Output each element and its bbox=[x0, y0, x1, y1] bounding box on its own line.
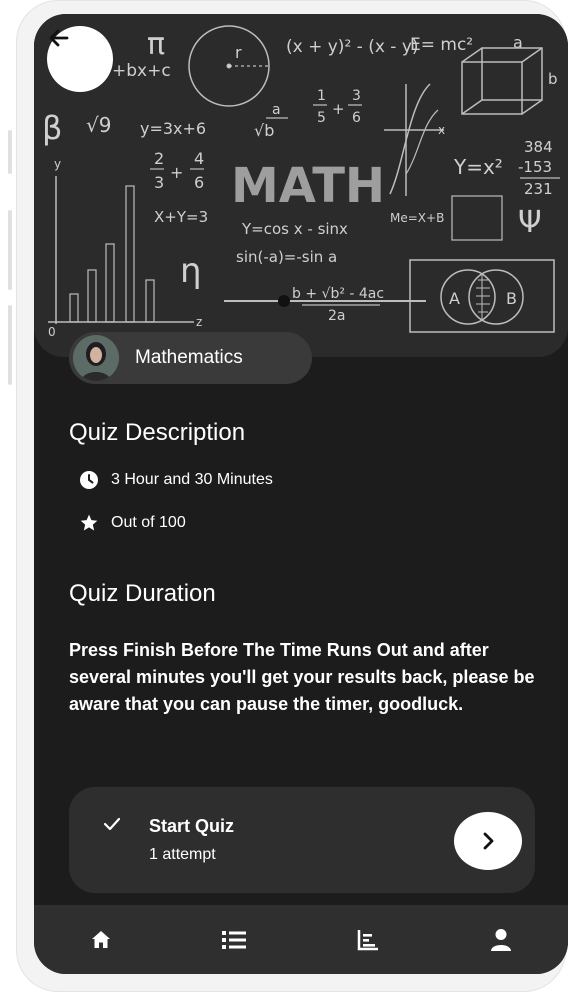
formula: a bbox=[272, 102, 281, 118]
formula: + bbox=[170, 163, 183, 182]
formula: η bbox=[180, 251, 202, 291]
formula: 231 bbox=[524, 180, 553, 198]
formula: √b bbox=[254, 121, 274, 140]
quiz-description-title: Quiz Description bbox=[69, 419, 246, 446]
nav-list[interactable] bbox=[210, 916, 258, 964]
formula: 6 bbox=[194, 173, 204, 192]
formula: 5 bbox=[317, 110, 326, 126]
formula: Y=x² bbox=[453, 155, 503, 179]
formula: X+Y=3 bbox=[154, 208, 208, 226]
formula: β bbox=[42, 109, 62, 147]
hero-banner: MATH π r (x + y)² - (x - y) E= mc² a +bx… bbox=[34, 14, 568, 357]
avatar bbox=[73, 335, 119, 381]
formula: 0 bbox=[48, 325, 56, 339]
formula: b + √b² - 4ac bbox=[292, 286, 384, 302]
start-quiz-button[interactable] bbox=[454, 812, 522, 870]
formula: π bbox=[147, 27, 165, 62]
formula: E= mc² bbox=[410, 35, 473, 55]
start-quiz-card[interactable]: Start Quiz 1 attempt bbox=[69, 787, 535, 893]
math-chalkboard-illustration: MATH π r (x + y)² - (x - y) E= mc² a +bx… bbox=[42, 25, 560, 339]
volume-button bbox=[8, 130, 12, 174]
clock-icon bbox=[80, 471, 98, 489]
chevron-right-icon bbox=[483, 832, 494, 850]
nav-profile[interactable] bbox=[477, 916, 525, 964]
formula: 6 bbox=[352, 110, 361, 126]
formula: B bbox=[506, 289, 517, 308]
formula: 3 bbox=[352, 88, 361, 104]
list-icon bbox=[222, 930, 247, 949]
bottom-navigation bbox=[34, 905, 568, 974]
subject-chip[interactable]: Mathematics bbox=[69, 332, 312, 384]
formula: Y=cos x - sinx bbox=[241, 220, 348, 238]
duration-row: 3 Hour and 30 Minutes bbox=[79, 470, 273, 490]
subject-label: Mathematics bbox=[135, 347, 243, 368]
formula: x bbox=[438, 123, 445, 137]
home-icon bbox=[91, 930, 110, 948]
profile-icon bbox=[491, 928, 512, 951]
formula: a bbox=[513, 33, 523, 52]
quiz-instructions: Press Finish Before The Time Runs Out an… bbox=[69, 640, 535, 714]
nav-home[interactable] bbox=[77, 916, 125, 964]
quiz-duration-title: Quiz Duration bbox=[69, 580, 216, 607]
formula: 1 bbox=[317, 88, 326, 104]
formula: y=3x+6 bbox=[140, 119, 206, 138]
formula: b bbox=[548, 70, 558, 88]
start-quiz-label: Start Quiz bbox=[149, 816, 235, 836]
formula: √9 bbox=[86, 113, 111, 137]
app-screen: MATH π r (x + y)² - (x - y) E= mc² a +bx… bbox=[34, 14, 568, 974]
arrow-left-icon bbox=[49, 29, 69, 47]
nav-reports[interactable] bbox=[344, 916, 392, 964]
duration-text: 3 Hour and 30 Minutes bbox=[111, 471, 273, 488]
formula: 2a bbox=[328, 308, 346, 324]
chart-icon bbox=[357, 929, 378, 950]
star-icon bbox=[80, 514, 98, 531]
attempts-label: 1 attempt bbox=[149, 846, 216, 863]
formula: sin(-a)=-sin a bbox=[236, 248, 337, 266]
formula: + bbox=[332, 100, 345, 118]
formula: 2 bbox=[154, 149, 164, 168]
formula: -153 bbox=[518, 158, 552, 176]
formula: (x + y)² - (x - y) bbox=[286, 37, 419, 57]
score-row: Out of 100 bbox=[79, 513, 186, 533]
score-text: Out of 100 bbox=[111, 514, 186, 531]
formula: Me=X+B bbox=[390, 211, 444, 225]
back-button[interactable] bbox=[47, 26, 113, 92]
hero-title: MATH bbox=[231, 158, 385, 214]
formula: 384 bbox=[524, 138, 553, 156]
formula: y bbox=[54, 157, 61, 171]
formula: A bbox=[449, 289, 460, 308]
formula: +bx+c bbox=[112, 61, 171, 81]
formula: z bbox=[196, 315, 202, 329]
formula: 4 bbox=[194, 149, 204, 168]
formula: r bbox=[235, 43, 242, 62]
formula: 3 bbox=[154, 173, 164, 192]
check-icon bbox=[103, 817, 121, 831]
volume-button-down bbox=[8, 210, 12, 290]
power-button bbox=[8, 305, 12, 385]
formula: Ψ bbox=[518, 205, 542, 240]
